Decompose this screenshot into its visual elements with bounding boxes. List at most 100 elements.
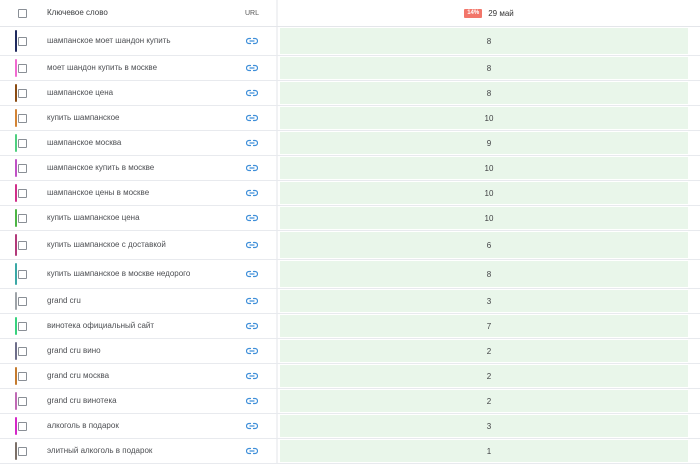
group-color-cell [0, 131, 18, 155]
group-color-bar [15, 159, 17, 177]
position-value: 8 [486, 269, 492, 279]
row-checkbox[interactable] [18, 63, 27, 73]
row-select-cell [18, 213, 40, 223]
change-badge: 14% [464, 8, 483, 18]
url-cell [228, 422, 276, 430]
position-value: 9 [486, 138, 492, 148]
link-icon[interactable] [246, 241, 258, 249]
table-row: купить шампанское 10 [0, 106, 700, 131]
row-checkbox[interactable] [18, 396, 27, 406]
position-value: 10 [484, 163, 494, 173]
link-icon[interactable] [246, 64, 258, 72]
row-checkbox[interactable] [18, 138, 27, 148]
row-select-cell [18, 138, 40, 148]
link-icon[interactable] [246, 214, 258, 222]
url-cell [228, 347, 276, 355]
link-icon[interactable] [246, 37, 258, 45]
table-row: grand cru винотека 2 [0, 389, 700, 414]
row-checkbox[interactable] [18, 421, 27, 431]
table-row: grand cru 3 [0, 289, 700, 314]
position-highlight [280, 132, 688, 154]
select-all-checkbox[interactable] [18, 8, 27, 18]
link-icon[interactable] [246, 139, 258, 147]
link-icon[interactable] [246, 322, 258, 330]
keyword-text: grand cru винотека [47, 396, 117, 405]
position-cell: 8 [278, 81, 700, 105]
position-cell: 2 [278, 364, 700, 388]
keyword-column-header[interactable]: Ключевое слово [40, 8, 228, 18]
row-select-cell [18, 371, 40, 381]
url-cell [228, 297, 276, 305]
link-icon[interactable] [246, 297, 258, 305]
table-row: шампанское моет шандон купить 8 [0, 27, 700, 56]
row-checkbox[interactable] [18, 36, 27, 46]
url-column-header: URL [244, 9, 259, 17]
row-checkbox[interactable] [18, 269, 27, 279]
row-checkbox[interactable] [18, 371, 27, 381]
link-icon[interactable] [246, 189, 258, 197]
link-icon[interactable] [246, 114, 258, 122]
group-color-cell [0, 81, 18, 105]
row-checkbox[interactable] [18, 321, 27, 331]
keyword-text: моет шандон купить в москве [47, 63, 158, 72]
table-body: шампанское моет шандон купить 8 моет шандо… [0, 27, 700, 464]
table-row: grand cru вино 2 [0, 339, 700, 364]
link-icon[interactable] [246, 270, 258, 278]
position-value: 3 [486, 296, 492, 306]
position-cell: 10 [278, 106, 700, 130]
row-checkbox[interactable] [18, 446, 27, 456]
url-cell [228, 322, 276, 330]
date-column-header[interactable]: 14% 29 май [278, 0, 700, 26]
link-icon[interactable] [246, 422, 258, 430]
row-checkbox[interactable] [18, 213, 27, 223]
keyword-text: шампанское купить в москве [47, 163, 155, 172]
row-checkbox[interactable] [18, 346, 27, 356]
position-value: 3 [486, 421, 492, 431]
position-cell: 2 [278, 339, 700, 363]
link-icon[interactable] [246, 89, 258, 97]
table-row: купить шампанское цена 10 [0, 206, 700, 231]
link-icon[interactable] [246, 397, 258, 405]
link-icon[interactable] [246, 164, 258, 172]
row-checkbox[interactable] [18, 163, 27, 173]
group-color-bar [15, 234, 17, 256]
group-color-bar [15, 392, 17, 410]
position-cell: 8 [278, 56, 700, 80]
link-icon[interactable] [246, 447, 258, 455]
keyword-text: grand cru вино [47, 346, 101, 355]
position-highlight [280, 340, 688, 362]
group-color-bar [15, 317, 17, 335]
group-color-bar [15, 342, 17, 360]
group-color-cell [0, 289, 18, 313]
keyword-text: алкоголь в подарок [47, 421, 119, 430]
link-icon[interactable] [246, 372, 258, 380]
table-row: шампанское цены в москве 10 [0, 181, 700, 206]
url-cell [228, 372, 276, 380]
url-cell [228, 114, 276, 122]
url-cell [228, 397, 276, 405]
group-color-cell [0, 106, 18, 130]
group-color-cell [0, 181, 18, 205]
row-checkbox[interactable] [18, 113, 27, 123]
group-color-cell [0, 260, 18, 288]
url-cell [228, 64, 276, 72]
row-checkbox[interactable] [18, 240, 27, 250]
row-select-cell [18, 63, 40, 73]
group-color-cell [0, 156, 18, 180]
position-highlight [280, 232, 688, 258]
position-cell: 10 [278, 156, 700, 180]
url-cell [228, 214, 276, 222]
url-cell [228, 447, 276, 455]
group-color-bar [15, 59, 17, 77]
link-icon[interactable] [246, 347, 258, 355]
row-checkbox[interactable] [18, 188, 27, 198]
table-row: grand cru москва 2 [0, 364, 700, 389]
position-highlight [280, 28, 688, 54]
group-color-bar [15, 84, 17, 102]
row-select-cell [18, 88, 40, 98]
header-bar-spacer [0, 0, 18, 26]
keyword-text: винотека официальный сайт [47, 321, 155, 330]
row-checkbox[interactable] [18, 296, 27, 306]
row-checkbox[interactable] [18, 88, 27, 98]
row-select-cell [18, 269, 40, 279]
